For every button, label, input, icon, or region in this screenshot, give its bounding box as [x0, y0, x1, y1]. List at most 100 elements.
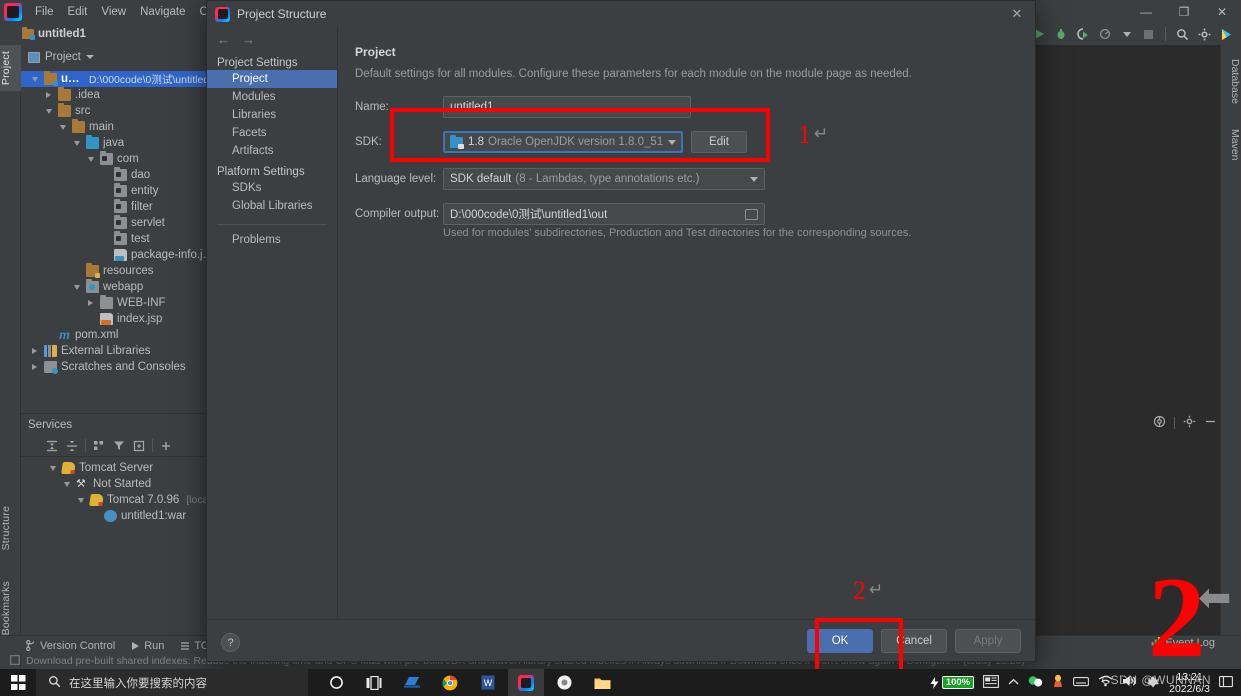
dialog-close-button[interactable]: ✕	[1007, 5, 1027, 23]
recorder-icon[interactable]	[546, 669, 582, 696]
filter-icon[interactable]	[110, 437, 128, 455]
collapse-all-icon[interactable]	[63, 437, 81, 455]
chevron-down-icon[interactable]	[71, 280, 82, 294]
notifications-icon[interactable]	[1219, 675, 1233, 691]
keyboard-icon[interactable]	[1073, 676, 1090, 690]
tree-row[interactable]: main	[21, 119, 219, 135]
tree-row[interactable]: ⚒ Not Started	[21, 476, 219, 492]
cortana-icon[interactable]	[318, 669, 354, 696]
tree-row[interactable]: com	[21, 151, 219, 167]
word-icon[interactable]: W	[470, 669, 506, 696]
name-input[interactable]: untitled1	[443, 96, 691, 118]
tree-row[interactable]: test	[21, 231, 219, 247]
ide-blue-icon[interactable]	[394, 669, 430, 696]
intellij-icon[interactable]	[508, 669, 544, 696]
tree-row[interactable]: untitled1:war	[21, 508, 219, 524]
cancel-button[interactable]: Cancel	[881, 628, 947, 653]
battery-icon[interactable]: 100%	[930, 676, 975, 689]
chevron-right-icon[interactable]	[43, 88, 54, 102]
chevron-down-icon[interactable]	[47, 461, 58, 475]
dialog-sidebar-item-global-libraries[interactable]: Global Libraries	[207, 197, 337, 215]
project-panel-header[interactable]: Project	[21, 45, 219, 69]
tree-row[interactable]: package-info.java	[21, 247, 219, 263]
chevron-down-icon[interactable]	[43, 104, 54, 118]
tree-row[interactable]: External Libraries	[21, 343, 219, 359]
app2-icon[interactable]	[1146, 675, 1160, 691]
menu-navigate[interactable]: Navigate	[133, 3, 192, 21]
compiler-output-input[interactable]: D:\000code\0测试\untitled1\out	[443, 203, 765, 225]
search-icon[interactable]	[1174, 26, 1191, 43]
dialog-sidebar-item-artifacts[interactable]: Artifacts	[207, 142, 337, 160]
tree-row[interactable]: Tomcat Server	[21, 460, 219, 476]
tree-row[interactable]: servlet	[21, 215, 219, 231]
language-level-combobox[interactable]: SDK default (8 - Lambdas, type annotatio…	[443, 168, 765, 190]
help-button[interactable]: ?	[221, 633, 240, 652]
minimize-button[interactable]: —	[1127, 0, 1165, 23]
tree-row[interactable]: index.jsp	[21, 311, 219, 327]
dialog-sidebar-item-project[interactable]: Project	[207, 70, 337, 88]
file-explorer-icon[interactable]	[584, 669, 620, 696]
maximize-button[interactable]: ❐	[1165, 0, 1203, 23]
dialog-sidebar-item-problems[interactable]: Problems	[207, 231, 337, 249]
tree-row[interactable]: resources	[21, 263, 219, 279]
chevron-down-icon[interactable]	[750, 176, 758, 182]
run-with-coverage-icon[interactable]	[1074, 26, 1091, 43]
tree-row[interactable]: filter	[21, 199, 219, 215]
settings-wheel-icon[interactable]	[1153, 415, 1166, 431]
group-icon[interactable]	[90, 437, 108, 455]
menu-file[interactable]: File	[28, 3, 61, 21]
chevron-right-icon[interactable]	[29, 360, 40, 374]
chrome-icon[interactable]	[432, 669, 468, 696]
chevron-down-icon[interactable]	[85, 55, 94, 59]
dialog-sidebar-item-facets[interactable]: Facets	[207, 124, 337, 142]
chevron-right-icon[interactable]	[85, 296, 96, 310]
tree-row[interactable]: WEB-INF	[21, 295, 219, 311]
tree-row[interactable]: m pom.xml	[21, 327, 219, 343]
chevron-down-icon[interactable]	[1118, 26, 1135, 43]
tree-row[interactable]: Scratches and Consoles	[21, 359, 219, 375]
dialog-sidebar-item-modules[interactable]: Modules	[207, 88, 337, 106]
browse-folder-icon[interactable]	[745, 208, 758, 220]
taskbar-search[interactable]: 在这里输入你要搜索的内容	[36, 669, 308, 696]
dialog-sidebar-item-sdks[interactable]: SDKs	[207, 179, 337, 197]
chevron-down-icon[interactable]	[61, 477, 72, 491]
chevron-down-icon[interactable]	[29, 72, 40, 86]
forward-arrow-icon[interactable]: →	[242, 32, 255, 47]
sidebar-tab-maven[interactable]: Maven	[1220, 123, 1241, 167]
chevron-down-icon[interactable]	[668, 139, 676, 145]
task-view-icon[interactable]	[356, 669, 392, 696]
expand-all-icon[interactable]	[43, 437, 61, 455]
chevron-down-icon[interactable]	[75, 493, 86, 507]
ok-button[interactable]: OK	[807, 628, 873, 653]
tree-row[interactable]: entity	[21, 183, 219, 199]
news-icon[interactable]	[983, 674, 1000, 691]
wifi-icon[interactable]	[1098, 675, 1113, 690]
chevron-up-icon[interactable]	[1008, 677, 1019, 689]
sidebar-tab-project[interactable]: Project	[0, 45, 21, 92]
services-tree[interactable]: Tomcat Server ⚒ Not Started Tomcat 7.0.96 [l…	[21, 457, 219, 524]
minimize-icon[interactable]	[1204, 415, 1217, 431]
tree-row[interactable]: java	[21, 135, 219, 151]
sidebar-tab-database[interactable]: Database	[1220, 53, 1241, 110]
tree-row[interactable]: .idea	[21, 87, 219, 103]
sdk-combobox[interactable]: 1.8 Oracle OpenJDK version 1.8.0_51	[443, 131, 683, 153]
profiler-icon[interactable]	[1096, 26, 1113, 43]
tree-row[interactable]: Tomcat 7.0.96 [local]	[21, 492, 219, 508]
status-version-control[interactable]: Version Control	[26, 640, 115, 652]
add-icon[interactable]	[157, 437, 175, 455]
volume-icon[interactable]	[1122, 675, 1137, 690]
status-run[interactable]: Run	[131, 640, 164, 652]
debug-icon[interactable]	[1052, 26, 1069, 43]
tree-row[interactable]: dao	[21, 167, 219, 183]
sdk-edit-button[interactable]: Edit	[691, 131, 747, 153]
chat-icon[interactable]	[1028, 675, 1043, 691]
start-button[interactable]	[0, 669, 36, 696]
menu-view[interactable]: View	[94, 3, 133, 21]
tree-row[interactable]: webapp	[21, 279, 219, 295]
dialog-sidebar-item-libraries[interactable]: Libraries	[207, 106, 337, 124]
menu-edit[interactable]: Edit	[61, 3, 95, 21]
gear-icon[interactable]	[1196, 26, 1213, 43]
gear-icon[interactable]	[1183, 415, 1196, 431]
tree-row[interactable]: untitled1 D:\000code\0测试\untitled1	[21, 71, 219, 87]
chevron-down-icon[interactable]	[85, 152, 96, 166]
